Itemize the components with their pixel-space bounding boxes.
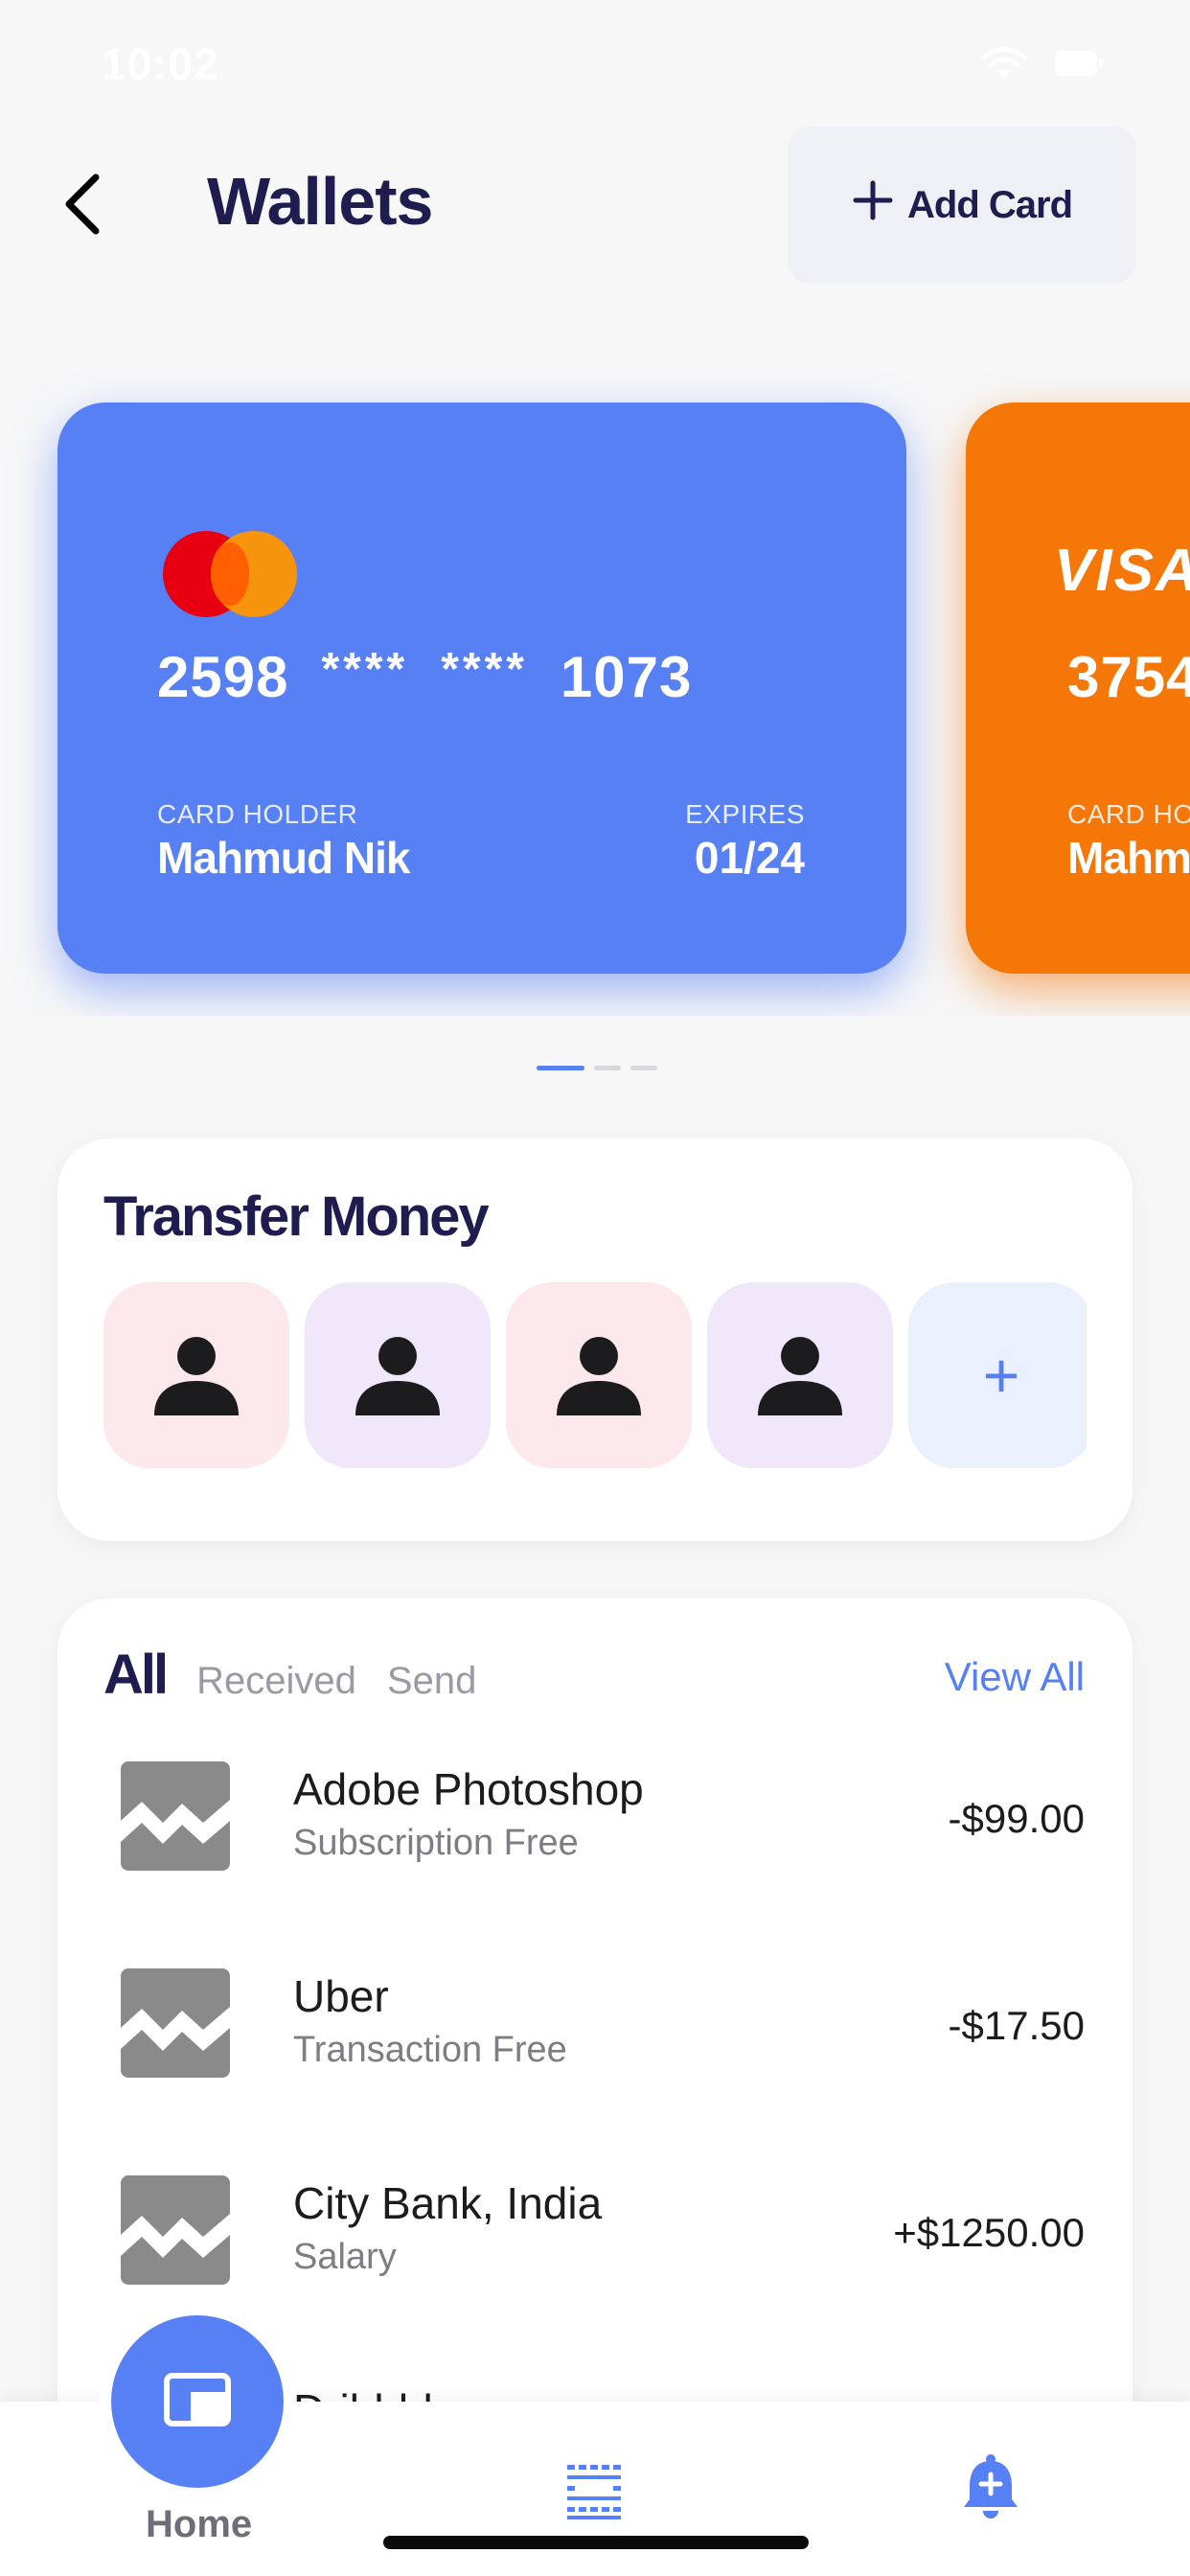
transaction-subtitle: Subscription Free (293, 1823, 579, 1863)
person-icon (756, 1329, 844, 1422)
cards-carousel[interactable]: 2598 **** **** 1073 CARD HOLDER Mahmud N… (0, 364, 1190, 1016)
grid-icon (565, 2465, 623, 2524)
expires-label: EXPIRES (685, 799, 805, 829)
card-holder-name: Mahm (1067, 833, 1190, 883)
view-all-link[interactable]: View All (945, 1654, 1085, 1700)
home-button[interactable] (111, 2315, 284, 2488)
status-time: 10:02 (102, 39, 219, 89)
contact-avatar[interactable] (707, 1282, 893, 1468)
card-number: 3754 (1067, 644, 1190, 710)
status-icons (981, 46, 1104, 85)
nav-notifications-button[interactable] (960, 2453, 1021, 2527)
transaction-amount: -$99.00 (948, 1796, 1085, 1841)
pager-dot[interactable] (594, 1066, 621, 1070)
add-card-button[interactable]: Add Card (788, 126, 1136, 284)
image-placeholder-icon (121, 1968, 230, 2078)
transaction-amount: +$1250.00 (893, 2210, 1085, 2255)
card-number-part: **** (441, 644, 528, 695)
nav-grid-button[interactable] (565, 2463, 623, 2525)
card-holder-label: CARD HOL (1067, 799, 1190, 829)
home-label: Home (146, 2503, 253, 2545)
transaction-amount: -$17.50 (948, 2003, 1085, 2048)
image-placeholder-icon (121, 2175, 230, 2285)
card-number: 2598 **** **** 1073 (157, 644, 692, 710)
add-contact-button[interactable]: + (908, 1282, 1087, 1468)
contact-avatar[interactable] (506, 1282, 692, 1468)
contact-avatar[interactable] (305, 1282, 491, 1468)
card-number-part: 3754 (1067, 645, 1190, 709)
transaction-tabs: All Received Send (103, 1643, 476, 1707)
expires-value: 01/24 (694, 833, 805, 883)
contacts-row[interactable]: + (103, 1282, 1087, 1470)
wallet-icon (164, 2372, 231, 2431)
transaction-subtitle: Transaction Free (293, 2030, 567, 2070)
card-holder-label: CARD HOLDER (157, 799, 358, 829)
person-icon (555, 1329, 643, 1422)
transaction-row[interactable]: City Bank, India Salary +$1250.00 (57, 2175, 1133, 2310)
transaction-title: Adobe Photoshop (293, 1764, 644, 1814)
chevron-left-icon (61, 173, 103, 240)
battery-icon (1054, 50, 1104, 81)
tab-send[interactable]: Send (387, 1660, 476, 1703)
transaction-title: Uber (293, 1971, 389, 2021)
back-button[interactable] (54, 172, 111, 240)
transfer-money-panel: Transfer Money + (57, 1138, 1133, 1541)
transfer-title: Transfer Money (103, 1185, 490, 1248)
tab-received[interactable]: Received (196, 1660, 356, 1703)
pager-dot[interactable] (630, 1066, 657, 1070)
card-pager (537, 1066, 657, 1070)
mastercard-logo-icon (163, 531, 297, 617)
plus-icon (852, 179, 894, 231)
home-indicator (383, 2536, 809, 2549)
image-placeholder-icon (121, 1761, 230, 1871)
contact-avatar[interactable] (103, 1282, 289, 1468)
card-number-part: 1073 (560, 645, 693, 709)
transaction-subtitle: Salary (293, 2237, 397, 2277)
person-icon (354, 1329, 442, 1422)
pager-dot-active[interactable] (537, 1066, 584, 1070)
transaction-row[interactable]: Uber Transaction Free -$17.50 (57, 1968, 1133, 2103)
card-visa[interactable]: VISA 3754 CARD HOL Mahm (966, 402, 1190, 974)
card-holder-name: Mahmud Nik (157, 833, 410, 883)
card-number-part: **** (321, 644, 409, 695)
page-title: Wallets (207, 164, 433, 239)
bell-plus-icon (960, 2454, 1021, 2526)
card-number-part: 2598 (157, 645, 289, 709)
transaction-row[interactable]: Adobe Photoshop Subscription Free -$99.0… (57, 1761, 1133, 1896)
visa-logo: VISA (1054, 538, 1190, 604)
card-mastercard[interactable]: 2598 **** **** 1073 CARD HOLDER Mahmud N… (57, 402, 906, 974)
add-card-label: Add Card (907, 183, 1073, 226)
person-icon (152, 1329, 240, 1422)
transaction-title: City Bank, India (293, 2178, 603, 2228)
tab-all[interactable]: All (103, 1643, 169, 1707)
wifi-icon (981, 46, 1027, 85)
